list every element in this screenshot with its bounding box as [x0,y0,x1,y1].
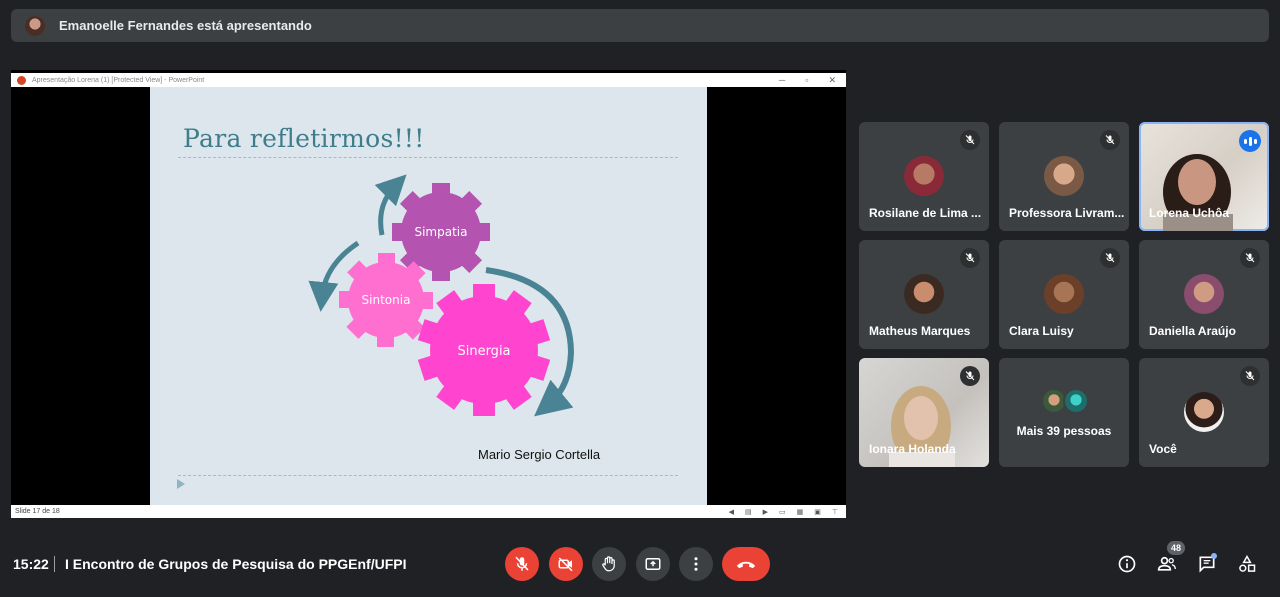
divider [54,556,55,572]
close-icon: ✕ [828,74,836,85]
self-tile[interactable]: Você [1139,358,1269,467]
avatar [1184,274,1224,314]
previous-slide-icon: ◀ [728,508,734,516]
camera-off-icon [558,557,573,572]
normal-view-icon: ▭ [779,508,786,516]
participant-name: Rosilane de Lima ... [869,206,982,220]
minimize-icon: ─ [778,74,786,85]
participant-tile[interactable]: Ionara Holanda [859,358,989,467]
activities-button[interactable] [1235,552,1259,576]
presentation-stage[interactable]: Apresentação Lorena (1) [Protected View]… [11,70,846,518]
slide: Para refletirmos!!! Simpatia Sintonia Si… [150,87,707,505]
more-options-button[interactable] [679,547,713,581]
participant-name: Você [1149,442,1177,456]
camera-toggle-button[interactable] [549,547,583,581]
raise-hand-icon [602,556,615,572]
slide-play-icon [177,479,185,489]
participant-name: Professora Livram... [1009,206,1125,220]
participant-tile[interactable]: Rosilane de Lima ... [859,122,989,231]
end-call-icon [736,561,756,569]
mic-off-icon [1240,366,1260,386]
activities-icon [1239,554,1256,572]
powerpoint-statusbar: Slide 17 de 18 ◀ ▤ ▶ ▭ ▦ ▣ ⊤ [11,505,846,518]
presenter-banner: Emanoelle Fernandes está apresentando [11,9,1269,42]
mic-off-icon [960,366,980,386]
slide-author: Mario Sergio Cortella [478,447,601,462]
avatar [1044,156,1084,196]
meeting-title: I Encontro de Grupos de Pesquisa do PPGE… [65,556,407,572]
mic-off-icon [960,248,980,268]
meeting-details-button[interactable] [1115,552,1139,576]
mic-off-icon [515,556,529,571]
mic-off-icon [1240,248,1260,268]
gear-simpatia: Simpatia [392,183,490,281]
gear-diagram: Simpatia Sintonia Sinergia [308,174,575,417]
mic-off-icon [1100,130,1120,150]
participant-tile[interactable]: Daniella Araújo [1139,240,1269,349]
leave-call-button[interactable] [722,547,770,581]
slide-counter: Slide 17 de 18 [15,508,60,515]
people-icon [1157,556,1176,571]
presenter-avatar [25,15,45,36]
participant-name: Daniella Araújo [1149,324,1236,338]
reading-view-icon: ▣ [814,508,821,516]
speaking-indicator-icon [1239,130,1261,152]
more-options-icon [694,557,698,571]
more-participants-label: Mais 39 pessoas [1016,424,1112,438]
participant-name: Ionara Holanda [869,442,956,456]
gear-sintonia: Sintonia [339,253,433,347]
participant-tile[interactable]: Clara Luisy [999,240,1129,349]
present-icon [645,558,661,570]
people-button[interactable] [1155,552,1179,576]
gear-label-sintonia: Sintonia [362,293,411,307]
participant-name: Matheus Marques [869,324,971,338]
gear-label-simpatia: Simpatia [414,225,467,239]
chat-notification-dot [1211,553,1217,559]
meet-window: Emanoelle Fernandes está apresentando Ap… [0,0,1280,597]
avatar [1044,274,1084,314]
more-participants-tile[interactable]: Mais 39 pessoas [999,358,1129,467]
gear-sinergia: Sinergia [417,284,551,416]
restore-icon: ▫ [805,74,809,85]
footer-divider [178,475,678,476]
gear-label-sinergia: Sinergia [457,344,510,359]
clock: 15:22 [13,556,49,572]
powerpoint-logo-icon [17,75,26,85]
participant-name: Lorena Uchôa [1149,206,1230,220]
presenter-banner-text: Emanoelle Fernandes está apresentando [59,18,312,33]
raise-hand-button[interactable] [592,547,626,581]
slide-menu-icon: ▤ [745,508,752,516]
more-participants-avatars [1041,388,1091,414]
avatar [1184,392,1224,432]
slideshow-icon: ⊤ [831,508,838,516]
avatar [904,274,944,314]
next-slide-icon: ▶ [762,508,769,516]
people-count-badge: 48 [1167,541,1185,555]
participant-name: Clara Luisy [1009,324,1074,338]
powerpoint-titlebar: Apresentação Lorena (1) [Protected View]… [11,73,846,87]
participant-tile[interactable]: Professora Livram... [999,122,1129,231]
microphone-toggle-button[interactable] [505,547,539,581]
avatar [904,156,944,196]
mic-off-icon [960,130,980,150]
powerpoint-window-title: Apresentação Lorena (1) [Protected View]… [32,76,205,84]
info-icon [1118,555,1136,573]
present-now-button[interactable] [636,547,670,581]
participant-tile[interactable]: Matheus Marques [859,240,989,349]
mic-off-icon [1100,248,1120,268]
participant-tile-active-speaker[interactable]: Lorena Uchôa [1139,122,1269,231]
slide-sorter-icon: ▦ [796,508,804,516]
